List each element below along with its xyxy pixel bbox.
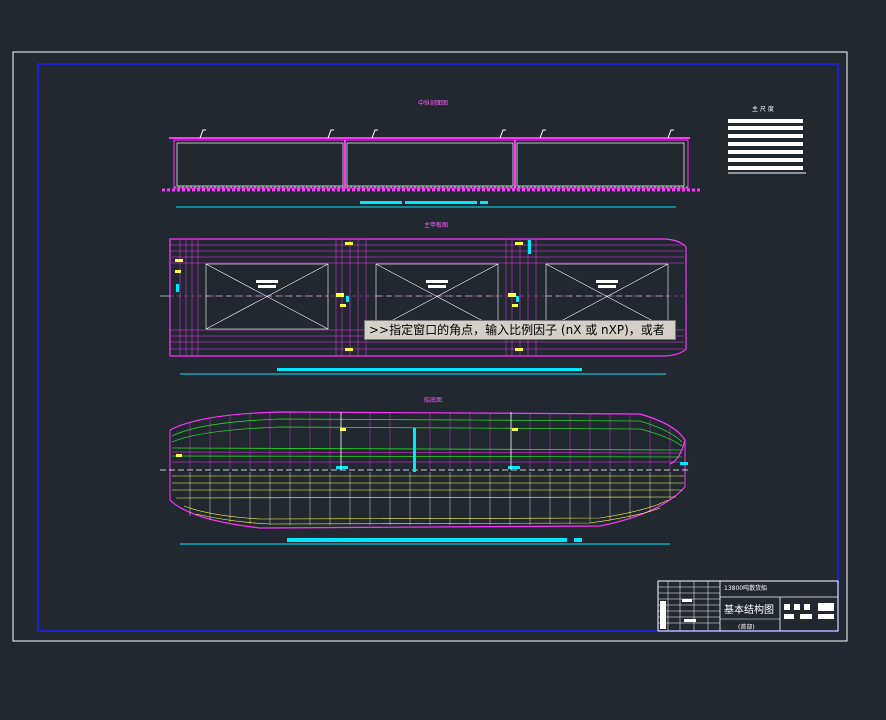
bottom-plan-view <box>160 411 690 545</box>
bottom-plan-label: 船底图 <box>424 397 443 404</box>
midship-section-view <box>162 129 700 208</box>
drawing-border <box>37 63 839 632</box>
drawing-subtitle-text: (首部) <box>738 624 755 631</box>
main-deck-view <box>160 238 687 375</box>
drawing-title-text: 基本结构图 <box>724 605 774 616</box>
ship-name-text: 13800吨散货船 <box>724 585 768 592</box>
dimensions-table-graphic <box>728 119 806 174</box>
main-deck-label: 主甲板图 <box>424 222 449 229</box>
dimensions-table-title: 主 尺 度 <box>752 106 774 113</box>
command-prompt-tooltip: >>指定窗口的角点，输入比例因子 (nX 或 nXP)，或者 <box>364 320 676 340</box>
midship-section-label: 中纵剖面图 <box>418 100 449 107</box>
